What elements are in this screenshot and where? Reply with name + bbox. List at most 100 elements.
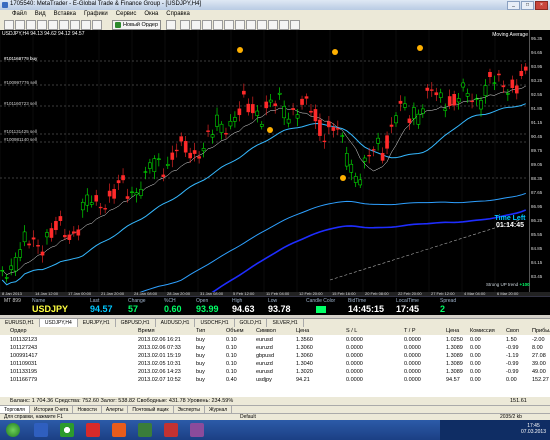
order-cell: 1.3060 <box>296 345 313 351</box>
order-cell: 0.40 <box>226 377 237 383</box>
indicators-icon[interactable] <box>268 20 278 30</box>
metatrader-task-icon[interactable] <box>138 423 152 437</box>
candle-body <box>103 208 107 210</box>
order-row[interactable]: 101166779 2013.02.07 10:52 buy 0.40 usdjpy 94… <box>0 377 550 385</box>
candle-body <box>22 231 27 243</box>
menu-view[interactable]: Вид <box>35 10 46 19</box>
menu-bar: Файл Вид Вставка Графики Сервис Окна Спр… <box>0 10 550 19</box>
column-header[interactable]: Своп <box>506 328 519 334</box>
zoom-out-icon[interactable] <box>224 20 234 30</box>
candle-body <box>389 124 394 127</box>
quote-value: 94.63 <box>232 304 255 314</box>
order-line-label: #100981140 sell <box>4 137 37 142</box>
column-header[interactable]: Комиссия <box>470 328 495 334</box>
candle-body <box>76 229 81 236</box>
candle-body <box>268 99 273 103</box>
app-icon-2[interactable] <box>190 423 204 437</box>
order-row[interactable]: 101109031 2013.02.05 10:31 buy 0.10 euruzd 1.… <box>0 361 550 369</box>
yandex-browser-icon[interactable] <box>86 423 100 437</box>
order-cell: 2013.02.06 14:23 <box>138 369 181 375</box>
menu-file[interactable]: Файл <box>12 10 27 19</box>
editor-icon[interactable] <box>81 20 91 30</box>
candlestick-icon[interactable] <box>191 20 201 30</box>
order-row[interactable]: 101133195 2013.02.06 14:23 buy 0.10 eurusd 1.… <box>0 369 550 377</box>
tester-icon[interactable] <box>70 20 80 30</box>
menu-window[interactable]: Окна <box>144 10 158 19</box>
quote-value: USDJPY <box>32 304 69 314</box>
maximize-button[interactable]: □ <box>521 1 534 10</box>
candle-body <box>398 100 403 104</box>
candle-body <box>492 82 497 84</box>
column-header[interactable]: Цена <box>296 328 309 334</box>
chart-shift-icon[interactable] <box>257 20 267 30</box>
candle-body <box>470 100 474 103</box>
candle-body <box>264 101 269 109</box>
column-header[interactable]: S / L <box>346 328 357 334</box>
candle-body <box>228 120 233 127</box>
periods-icon[interactable] <box>279 20 289 30</box>
order-cell: 0.0000 <box>404 353 421 359</box>
zigzag-marker <box>340 175 346 181</box>
terminal-icon[interactable] <box>59 20 69 30</box>
column-header[interactable]: T / P <box>404 328 416 334</box>
menu-help[interactable]: Справка <box>166 10 190 19</box>
new-order-button[interactable]: Новый Ордер <box>112 20 162 30</box>
candle-body <box>483 85 488 96</box>
candle-body <box>125 196 130 199</box>
candle-body <box>192 150 197 154</box>
start-button-icon[interactable] <box>6 423 20 437</box>
minimize-button[interactable]: _ <box>507 1 520 10</box>
media-icon[interactable] <box>164 423 178 437</box>
templates-icon[interactable] <box>290 20 300 30</box>
order-cell: 0.0000 <box>404 345 421 351</box>
market-watch-icon[interactable] <box>26 20 36 30</box>
candle-body <box>134 192 139 196</box>
close-button[interactable]: × <box>535 1 548 10</box>
navigator-icon[interactable] <box>48 20 58 30</box>
explorer-icon[interactable] <box>34 423 48 437</box>
order-row[interactable]: 101127243 2013.02.06 07:33 buy 0.10 euruzd 1.… <box>0 345 550 353</box>
order-row[interactable]: 101132123 2013.02.06 16:21 buy 0.10 eurusd 1.… <box>0 337 550 345</box>
order-cell: 2013.02.07 10:52 <box>138 377 181 383</box>
candle-body <box>116 180 121 184</box>
autoscroll-icon[interactable] <box>246 20 256 30</box>
candle-body <box>206 130 210 132</box>
new-chart-icon[interactable] <box>4 20 14 30</box>
column-header[interactable]: Время <box>138 328 155 334</box>
candle-body <box>421 108 425 114</box>
menu-tools[interactable]: Сервис <box>116 10 137 19</box>
terminal-orders[interactable]: 101132123 2013.02.06 16:21 buy 0.10 eurusd 1.… <box>0 335 550 397</box>
column-header[interactable]: Цена <box>446 328 459 334</box>
menu-charts[interactable]: Графики <box>84 10 108 19</box>
firefox-icon[interactable] <box>112 423 126 437</box>
order-cell: 0.00 <box>470 337 481 343</box>
candle-body <box>233 117 237 122</box>
line-chart-icon[interactable] <box>202 20 212 30</box>
quote-value: 14:45:15 <box>348 304 385 314</box>
column-header[interactable]: Символ <box>256 328 276 334</box>
time-left-label: Time Left <box>494 215 526 222</box>
candle-body <box>376 137 380 144</box>
expert-advisors-icon[interactable] <box>166 20 176 30</box>
clock[interactable]: 17:45 07.03.2013 <box>521 423 546 435</box>
bar-chart-icon[interactable] <box>180 20 190 30</box>
candle-body <box>416 113 421 125</box>
order-row[interactable]: 100991417 2013.02.01 15:19 buy 0.10 gbpusd 1.… <box>0 353 550 361</box>
order-cell: 152.27 <box>532 377 549 383</box>
utorrent-icon[interactable] <box>60 423 74 437</box>
tile-windows-icon[interactable] <box>235 20 245 30</box>
column-header[interactable]: Объем <box>226 328 244 334</box>
zoom-in-icon[interactable] <box>213 20 223 30</box>
order-cell: 1.50 <box>506 337 517 343</box>
candle-body <box>219 123 224 133</box>
column-header[interactable]: Тип <box>196 328 205 334</box>
column-header[interactable]: Прибыль <box>532 328 550 334</box>
menu-insert[interactable]: Вставка <box>54 10 76 19</box>
price-chart[interactable]: #101162779 buy#100997776 sell#101160723 … <box>0 30 550 292</box>
chart-window[interactable]: #101162779 buy #100997776 sell #101160723 … <box>0 30 550 315</box>
data-window-icon[interactable] <box>37 20 47 30</box>
order-cell: buy <box>196 377 205 383</box>
profiles-icon[interactable] <box>15 20 25 30</box>
experts-icon[interactable] <box>92 20 102 30</box>
column-header[interactable]: Ордер <box>10 328 27 334</box>
